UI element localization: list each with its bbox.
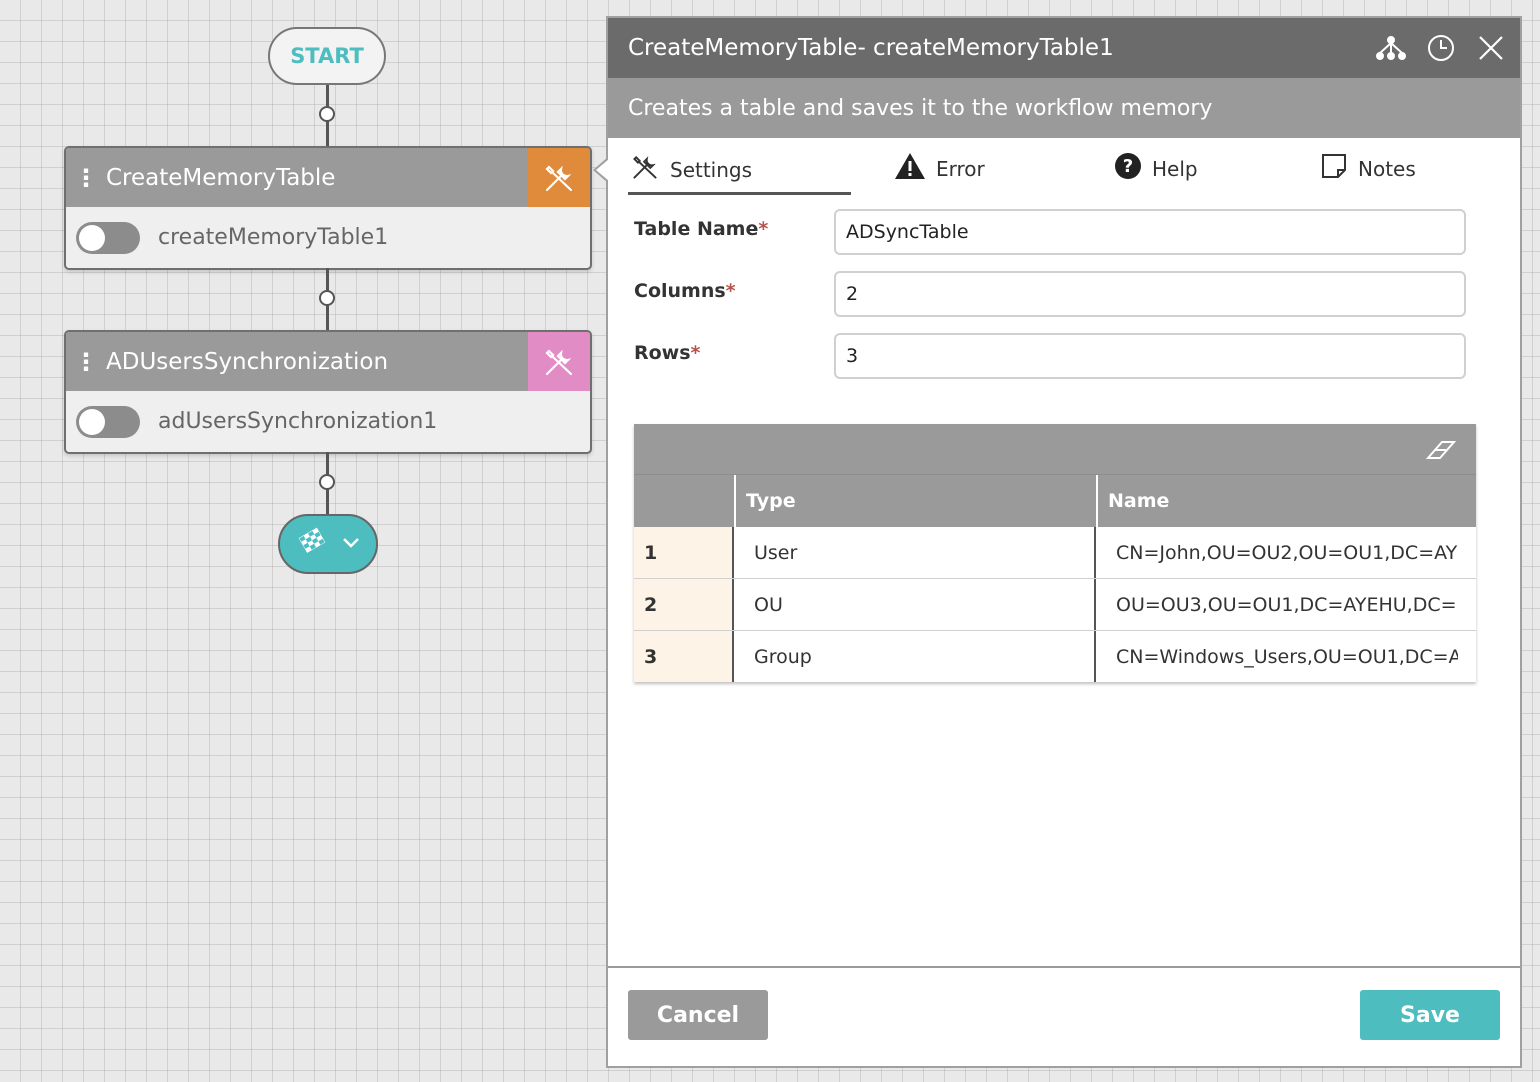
tab-error[interactable]: Error bbox=[894, 152, 985, 185]
grid-header-row: Type Name bbox=[634, 474, 1476, 527]
connector-port[interactable] bbox=[319, 290, 335, 306]
eraser-icon[interactable] bbox=[1424, 438, 1458, 466]
active-tab-indicator bbox=[628, 192, 851, 195]
node-instance-name: adUsersSynchronization1 bbox=[158, 409, 438, 434]
clock-icon[interactable] bbox=[1424, 31, 1458, 65]
footer-divider bbox=[608, 966, 1520, 968]
checkered-flag-icon bbox=[295, 526, 331, 562]
node-body: adUsersSynchronization1 bbox=[66, 391, 590, 452]
tab-help[interactable]: ? Help bbox=[1114, 152, 1198, 185]
node-header: ⋮ ADUsersSynchronization bbox=[66, 332, 590, 391]
table-row[interactable]: 2 OU OU=OU3,OU=OU1,DC=AYEHU,DC=( bbox=[634, 579, 1476, 631]
node-enable-toggle[interactable] bbox=[76, 405, 140, 438]
chevron-down-icon[interactable] bbox=[341, 535, 361, 554]
node-enable-toggle[interactable] bbox=[76, 221, 140, 254]
panel-pointer-inner bbox=[596, 159, 609, 181]
grid-header-type: Type bbox=[734, 475, 1096, 527]
tools-icon[interactable] bbox=[528, 332, 590, 391]
svg-text:?: ? bbox=[1123, 156, 1133, 177]
panel-description: Creates a table and saves it to the work… bbox=[608, 78, 1520, 138]
cancel-button[interactable]: Cancel bbox=[628, 990, 768, 1040]
panel-title-bar: CreateMemoryTable- createMemoryTable1 bbox=[608, 18, 1520, 78]
close-icon[interactable] bbox=[1474, 31, 1508, 65]
table-row[interactable]: 1 User CN=John,OU=OU2,OU=OU1,DC=AY bbox=[634, 527, 1476, 579]
row-number: 3 bbox=[634, 631, 734, 682]
properties-panel: CreateMemoryTable- createMemoryTable1 Cr… bbox=[606, 16, 1522, 1068]
hierarchy-icon[interactable] bbox=[1374, 31, 1408, 65]
question-icon: ? bbox=[1114, 152, 1142, 185]
grid-header-name: Name bbox=[1096, 475, 1476, 527]
connector-port[interactable] bbox=[319, 474, 335, 490]
table-name-input[interactable] bbox=[834, 209, 1466, 255]
cell-name[interactable]: CN=Windows_Users,OU=OU1,DC=A bbox=[1096, 631, 1458, 682]
tools-icon bbox=[630, 152, 660, 187]
panel-tabs: Settings Error ? Help Notes bbox=[608, 138, 1520, 200]
tools-icon[interactable] bbox=[528, 148, 590, 207]
node-instance-name: createMemoryTable1 bbox=[158, 225, 389, 250]
node-body: createMemoryTable1 bbox=[66, 207, 590, 268]
tab-notes[interactable]: Notes bbox=[1320, 152, 1416, 185]
note-icon bbox=[1320, 152, 1348, 185]
row-number: 2 bbox=[634, 579, 734, 630]
row-number: 1 bbox=[634, 527, 734, 578]
table-name-label: Table Name* bbox=[634, 218, 769, 240]
node-menu-icon[interactable]: ⋮ bbox=[66, 350, 106, 374]
node-header: ⋮ CreateMemoryTable bbox=[66, 148, 590, 207]
end-node[interactable] bbox=[278, 514, 378, 574]
workflow-canvas[interactable]: START ⋮ CreateMemoryTable createMemoryTa… bbox=[0, 0, 606, 1082]
panel-title: CreateMemoryTable- createMemoryTable1 bbox=[628, 35, 1114, 61]
grid-toolbar bbox=[634, 424, 1476, 474]
save-button[interactable]: Save bbox=[1360, 990, 1500, 1040]
connector-port[interactable] bbox=[319, 106, 335, 122]
tab-label: Help bbox=[1152, 156, 1198, 181]
node-title: ADUsersSynchronization bbox=[106, 348, 389, 375]
tab-label: Settings bbox=[670, 157, 753, 182]
tab-label: Error bbox=[936, 156, 985, 181]
columns-input[interactable] bbox=[834, 271, 1466, 317]
node-menu-icon[interactable]: ⋮ bbox=[66, 166, 106, 190]
cell-name[interactable]: OU=OU3,OU=OU1,DC=AYEHU,DC=( bbox=[1096, 579, 1458, 630]
node-create-memory-table[interactable]: ⋮ CreateMemoryTable createMemoryTable1 bbox=[64, 146, 592, 270]
grid-header-index bbox=[634, 475, 734, 527]
node-ad-users-synchronization[interactable]: ⋮ ADUsersSynchronization adUsersSynchron… bbox=[64, 330, 592, 454]
table-row[interactable]: 3 Group CN=Windows_Users,OU=OU1,DC=A bbox=[634, 631, 1476, 682]
node-title: CreateMemoryTable bbox=[106, 164, 336, 191]
columns-label: Columns* bbox=[634, 280, 736, 302]
tab-settings[interactable]: Settings bbox=[630, 152, 752, 187]
cell-name[interactable]: CN=John,OU=OU2,OU=OU1,DC=AY bbox=[1096, 527, 1458, 578]
rows-input[interactable] bbox=[834, 333, 1466, 379]
cell-type[interactable]: User bbox=[734, 527, 1096, 578]
memory-table-grid: Type Name 1 User CN=John,OU=OU2,OU=OU1,D… bbox=[634, 424, 1476, 682]
start-node[interactable]: START bbox=[268, 27, 386, 85]
cell-type[interactable]: Group bbox=[734, 631, 1096, 682]
rows-label: Rows* bbox=[634, 342, 701, 364]
cell-type[interactable]: OU bbox=[734, 579, 1096, 630]
tab-label: Notes bbox=[1358, 156, 1416, 181]
warning-icon bbox=[894, 152, 926, 185]
